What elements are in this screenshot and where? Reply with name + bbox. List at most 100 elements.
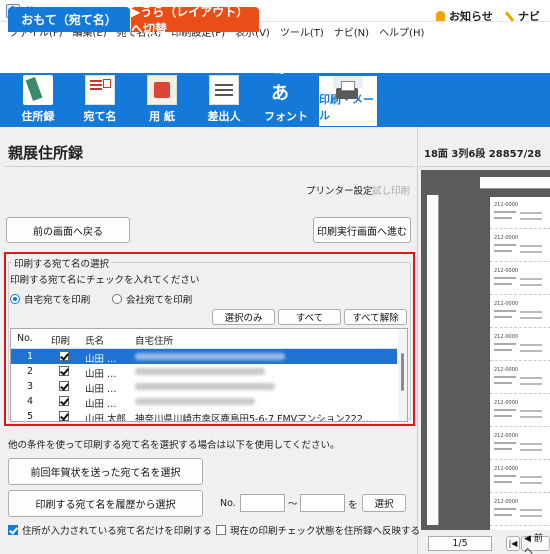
range-from-input[interactable] — [240, 494, 285, 512]
row-print-checkbox[interactable] — [59, 411, 69, 421]
clear-all-button[interactable]: すべて解除 — [344, 309, 407, 325]
news-link[interactable]: お知らせ — [436, 8, 493, 24]
preview-label: 212-0000 — [490, 329, 550, 361]
preview-address-line — [494, 211, 516, 213]
preview-name-line — [520, 515, 542, 517]
toolbar-paper-button[interactable]: 用 紙 — [132, 75, 192, 127]
column-header-print[interactable]: 印刷 — [51, 333, 70, 347]
column-header-address[interactable]: 自宅住所 — [135, 333, 173, 347]
preview-label: 212-0000 — [490, 263, 550, 295]
main-toolbar: 住所録 宛て名 用 紙 差出人 ぁあ フォント 印刷・メール — [0, 57, 550, 127]
range-wo-label: を — [348, 500, 358, 511]
paper-icon — [147, 75, 177, 105]
row-print-checkbox[interactable] — [59, 351, 69, 361]
address-only-checkbox[interactable]: 住所が入力されている宛て名だけを印刷する — [8, 523, 212, 537]
toolbar-sender-button[interactable]: 差出人 — [194, 75, 254, 127]
column-header-no[interactable]: No. — [17, 333, 33, 344]
page-title: 親展住所録 — [8, 144, 84, 162]
select-from-history-button[interactable]: 印刷する宛て名を履歴から選択 — [8, 490, 203, 517]
preview-address-line — [494, 448, 512, 450]
back-button[interactable]: 前の画面へ戻る — [6, 217, 130, 243]
toolbar-print-mail-button[interactable]: 印刷・メール — [318, 75, 378, 127]
redacted-address — [135, 368, 265, 375]
menu-tools[interactable]: ツール(T) — [275, 24, 329, 39]
toolbar-label: 住所録 — [21, 110, 55, 123]
preview-name-line — [520, 443, 542, 445]
select-all-button[interactable]: すべて — [278, 309, 341, 325]
selection-instruction: 印刷する宛て名にチェックを入れてください — [10, 275, 200, 286]
toolbar-address-book-button[interactable]: 住所録 — [8, 75, 68, 127]
range-to-input[interactable] — [300, 494, 345, 512]
printer-settings-link[interactable]: プリンター設定 — [306, 183, 373, 197]
toolbar-font-button[interactable]: ぁあ フォント — [256, 57, 316, 127]
preview-address-line — [494, 481, 512, 483]
menu-help[interactable]: ヘルプ(H) — [374, 24, 429, 39]
navi-label: ナビ — [518, 10, 540, 23]
redacted-address — [135, 383, 275, 390]
table-row[interactable]: 5 山田 太郎 神奈川県川崎市幸区鹿島田5-6-7 FMVマンション222… — [11, 409, 397, 422]
checkbox-empty-icon — [216, 525, 226, 535]
radio-home-address[interactable]: 自宅宛てを印刷 — [10, 292, 90, 306]
preview-address-line — [494, 514, 512, 516]
checkbox-label: 現在の印刷チェック状態を住所録へ反映する — [230, 526, 421, 537]
list-header: No. 印刷 氏名 自宅住所 — [11, 329, 397, 349]
wand-icon — [503, 11, 514, 22]
table-row[interactable]: 2 山田 … — [11, 364, 397, 380]
table-row[interactable]: 1 山田 … — [11, 349, 397, 365]
select-only-button[interactable]: 選択のみ — [212, 309, 275, 325]
row-address: 神奈川県川崎市幸区鹿島田5-6-7 FMVマンション222… — [135, 414, 373, 422]
row-no: 3 — [27, 381, 34, 392]
preview-name-line — [520, 410, 542, 412]
radio-company-address[interactable]: 会社宛てを印刷 — [112, 292, 192, 306]
reflect-checkbox[interactable]: 現在の印刷チェック状態を住所録へ反映する — [216, 523, 420, 537]
preview-zip: 212-0000 — [494, 334, 519, 340]
addressee-card-icon — [85, 75, 115, 105]
preview-name-line — [520, 251, 542, 253]
navi-link[interactable]: ナビ — [503, 8, 540, 24]
row-print-checkbox[interactable] — [59, 366, 69, 376]
preview-zip: 212-0000 — [494, 235, 519, 241]
menu-navi[interactable]: ナビ(N) — [329, 24, 374, 39]
preview-zip: 212-0000 — [494, 400, 519, 406]
first-page-button[interactable]: |◀ — [506, 536, 520, 551]
row-no: 2 — [27, 366, 34, 377]
preview-name-line — [520, 476, 542, 478]
preview-address-line — [494, 442, 516, 444]
row-print-checkbox[interactable] — [59, 381, 69, 391]
preview-address-line — [494, 475, 516, 477]
forward-button[interactable]: 印刷実行画面へ進む — [313, 217, 411, 243]
preview-address-line — [494, 382, 512, 384]
preview-zip: 212-0000 — [494, 499, 519, 505]
divider — [4, 166, 414, 167]
select-prev-year-button[interactable]: 前回年賀状を送った宛て名を選択 — [8, 458, 203, 485]
tab-switch-back-layout[interactable]: ▶うら（レイアウト）へ切替 — [131, 5, 259, 36]
select-range-button[interactable]: 選択 — [362, 494, 406, 512]
radio-empty-icon — [112, 294, 122, 304]
row-name: 山田 … — [85, 354, 117, 365]
preview-label: 212-0000 — [490, 494, 550, 526]
prev-page-button[interactable]: ◀ 前へ — [521, 534, 550, 554]
printer-icon — [333, 76, 363, 99]
table-row[interactable]: 4 山田 … — [11, 394, 397, 410]
redacted-address — [135, 353, 285, 360]
addressee-list[interactable]: No. 印刷 氏名 自宅住所 1 山田 … 2 山田 … 3 山田 … 4 山田… — [10, 328, 408, 422]
table-row[interactable]: 3 山田 … — [11, 379, 397, 395]
range-tilde: ～ — [288, 499, 298, 510]
preview-label: 212-0000 — [490, 230, 550, 262]
preview-name-line — [520, 377, 542, 379]
range-no-label: No. — [220, 498, 236, 509]
row-name: 山田 太郎 — [85, 414, 127, 422]
preview-address-line — [494, 310, 516, 312]
row-print-checkbox[interactable] — [59, 396, 69, 406]
preview-name-line — [520, 311, 542, 313]
radio-selected-icon — [10, 294, 20, 304]
preview-name-line — [520, 278, 542, 280]
column-header-name[interactable]: 氏名 — [85, 333, 104, 347]
news-label: お知らせ — [449, 10, 493, 23]
preview-label: 212-0000 — [490, 197, 550, 229]
preview-zip: 212-0000 — [494, 466, 519, 472]
preview-label: 212-0000 — [490, 362, 550, 394]
toolbar-addressee-button[interactable]: 宛て名 — [70, 75, 130, 127]
tab-front-address[interactable]: おもて（宛て名） — [8, 7, 130, 32]
list-scroll-thumb[interactable] — [401, 353, 404, 391]
